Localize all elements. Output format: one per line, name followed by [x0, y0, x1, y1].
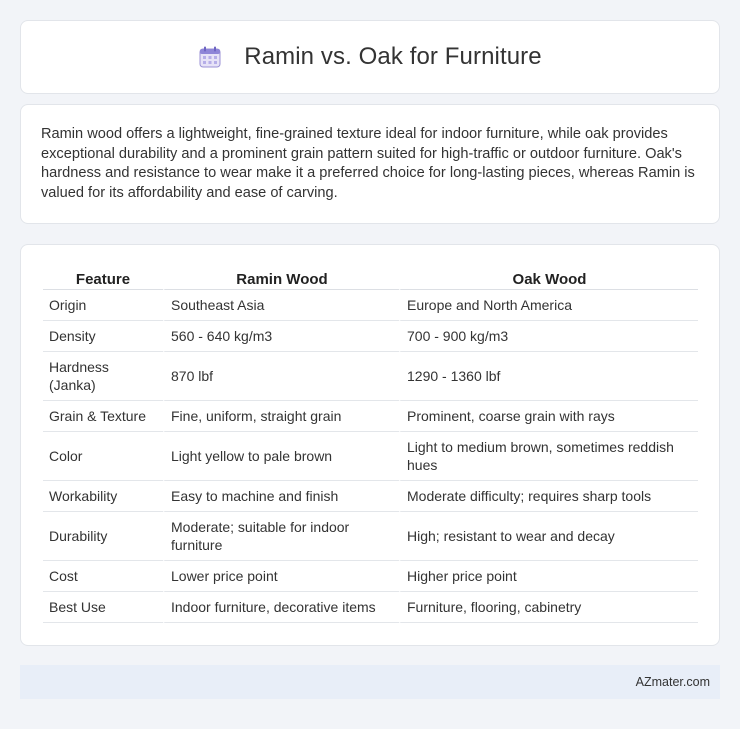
- cell-oak: 1290 - 1360 lbf: [399, 352, 698, 401]
- comparison-table: Feature Ramin Wood Oak Wood Origin South…: [43, 265, 698, 623]
- cell-feature: Color: [43, 432, 163, 481]
- table-row: Workability Easy to machine and finish M…: [43, 481, 698, 512]
- cell-ramin: Light yellow to pale brown: [163, 432, 399, 481]
- cell-ramin: 870 lbf: [163, 352, 399, 401]
- table-row: Durability Moderate; suitable for indoor…: [43, 512, 698, 561]
- cell-feature: Workability: [43, 481, 163, 512]
- cell-oak: Prominent, coarse grain with rays: [399, 401, 698, 432]
- cell-oak: Furniture, flooring, cabinetry: [399, 592, 698, 623]
- table-row: Grain & Texture Fine, uniform, straight …: [43, 401, 698, 432]
- header-feature: Feature: [43, 265, 163, 290]
- cell-oak: Moderate difficulty; requires sharp tool…: [399, 481, 698, 512]
- cell-oak: High; resistant to wear and decay: [399, 512, 698, 561]
- comparison-card: Feature Ramin Wood Oak Wood Origin South…: [20, 244, 720, 646]
- cell-ramin: Fine, uniform, straight grain: [163, 401, 399, 432]
- title-card: Ramin vs. Oak for Furniture: [20, 20, 720, 94]
- cell-ramin: Southeast Asia: [163, 290, 399, 321]
- table-row: Cost Lower price point Higher price poin…: [43, 561, 698, 592]
- cell-ramin: Indoor furniture, decorative items: [163, 592, 399, 623]
- cell-feature: Durability: [43, 512, 163, 561]
- calendar-icon: [198, 45, 222, 69]
- cell-feature: Grain & Texture: [43, 401, 163, 432]
- cell-oak: Higher price point: [399, 561, 698, 592]
- table-row: Density 560 - 640 kg/m3 700 - 900 kg/m3: [43, 321, 698, 352]
- intro-paragraph: Ramin wood offers a lightweight, fine-gr…: [41, 126, 695, 201]
- table-row: Color Light yellow to pale brown Light t…: [43, 432, 698, 481]
- page-title: Ramin vs. Oak for Furniture: [244, 43, 542, 70]
- cell-feature: Density: [43, 321, 163, 352]
- cell-feature: Best Use: [43, 592, 163, 623]
- table-row: Hardness (Janka) 870 lbf 1290 - 1360 lbf: [43, 352, 698, 401]
- cell-ramin: 560 - 640 kg/m3: [163, 321, 399, 352]
- cell-ramin: Lower price point: [163, 561, 399, 592]
- footer: AZmater.com: [20, 665, 720, 699]
- cell-oak: 700 - 900 kg/m3: [399, 321, 698, 352]
- cell-feature: Hardness (Janka): [43, 352, 163, 401]
- cell-feature: Origin: [43, 290, 163, 321]
- cell-feature: Cost: [43, 561, 163, 592]
- cell-ramin: Easy to machine and finish: [163, 481, 399, 512]
- intro-card: Ramin wood offers a lightweight, fine-gr…: [20, 104, 720, 224]
- cell-ramin: Moderate; suitable for indoor furniture: [163, 512, 399, 561]
- header-oak: Oak Wood: [399, 265, 698, 290]
- table-row: Origin Southeast Asia Europe and North A…: [43, 290, 698, 321]
- footer-site-link[interactable]: AZmater.com: [636, 675, 710, 689]
- table-header-row: Feature Ramin Wood Oak Wood: [43, 265, 698, 290]
- cell-oak: Light to medium brown, sometimes reddish…: [399, 432, 698, 481]
- header-ramin: Ramin Wood: [163, 265, 399, 290]
- title-wrap: Ramin vs. Oak for Furniture: [198, 43, 542, 71]
- cell-oak: Europe and North America: [399, 290, 698, 321]
- table-row: Best Use Indoor furniture, decorative it…: [43, 592, 698, 623]
